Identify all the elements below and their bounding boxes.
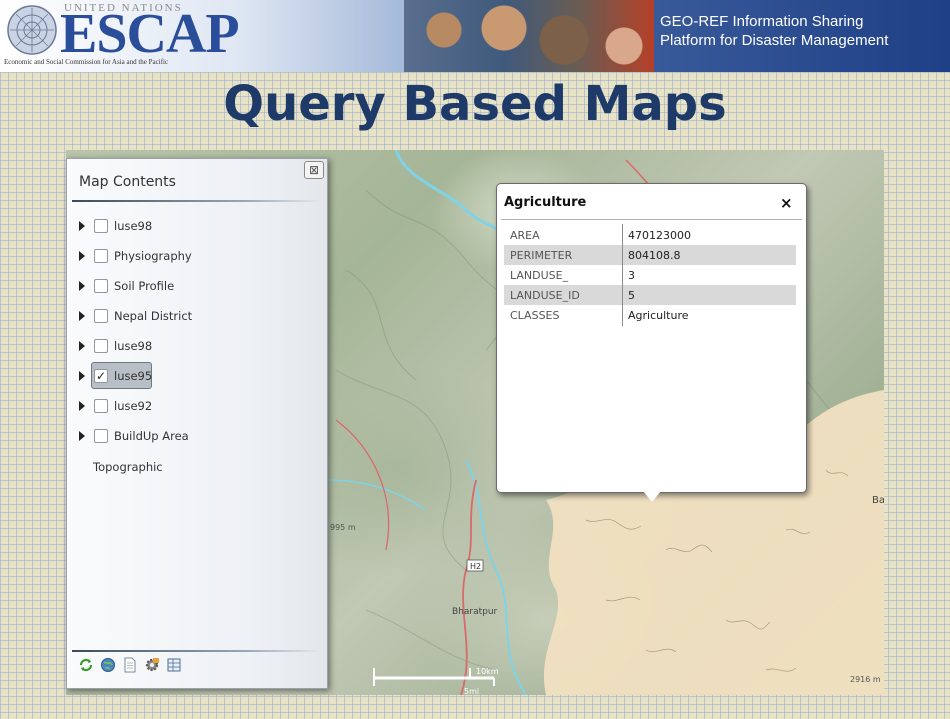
panel-close-button[interactable]: ⊠ bbox=[304, 161, 324, 179]
attribute-key: CLASSES bbox=[510, 309, 560, 322]
slide-title: Query Based Maps bbox=[223, 76, 727, 132]
layer-checkbox[interactable] bbox=[94, 219, 108, 233]
edge-label: Ba bbox=[872, 495, 884, 506]
elevation-label: 995 m bbox=[330, 523, 356, 532]
globe-icon[interactable] bbox=[100, 657, 116, 673]
expand-arrow-icon[interactable] bbox=[79, 431, 85, 441]
layer-item-buildup-area[interactable]: BuildUp Area bbox=[79, 426, 189, 446]
layer-checkbox[interactable] bbox=[94, 429, 108, 443]
escap-wordmark: ESCAP bbox=[60, 3, 240, 65]
banner: UNITED NATIONS ESCAP Economic and Social… bbox=[0, 0, 950, 72]
table-icon[interactable] bbox=[166, 657, 182, 673]
attribute-value: Agriculture bbox=[628, 309, 689, 322]
attribute-row: LANDUSE_ID 5 bbox=[504, 285, 796, 305]
attribute-row: PERIMETER 804108.8 bbox=[504, 245, 796, 265]
layer-label: luse98 bbox=[114, 219, 153, 233]
popup-close-button[interactable]: × bbox=[780, 194, 793, 212]
road bbox=[460, 479, 477, 695]
layer-item-luse98[interactable]: luse98 bbox=[79, 216, 152, 236]
elevation-label-right: 2916 m bbox=[850, 675, 881, 684]
layer-item-nepal-district[interactable]: Nepal District bbox=[79, 306, 192, 326]
expand-arrow-icon[interactable] bbox=[79, 371, 85, 381]
panel-footer-divider bbox=[72, 650, 322, 652]
escap-subtitle: Economic and Social Commission for Asia … bbox=[4, 58, 169, 66]
layer-checkbox[interactable] bbox=[94, 279, 108, 293]
attribute-value: 3 bbox=[628, 269, 635, 282]
expand-arrow-icon[interactable] bbox=[79, 401, 85, 411]
layer-item-luse95[interactable]: ✓ luse95 bbox=[79, 366, 152, 386]
map-contents-panel bbox=[66, 158, 328, 689]
popup-divider bbox=[501, 219, 802, 220]
attribute-key: LANDUSE_ bbox=[510, 269, 569, 282]
attribute-key: PERIMETER bbox=[510, 249, 573, 262]
attribute-row: AREA 470123000 bbox=[504, 225, 796, 245]
attribute-column-separator bbox=[622, 224, 623, 326]
attribute-row: CLASSES Agriculture bbox=[504, 305, 796, 325]
attribute-value: 470123000 bbox=[628, 229, 691, 242]
expand-arrow-icon[interactable] bbox=[79, 341, 85, 351]
attribute-value: 5 bbox=[628, 289, 635, 302]
layer-checkbox[interactable] bbox=[94, 249, 108, 263]
basemap-label[interactable]: Topographic bbox=[93, 460, 163, 474]
layer-item-luse92[interactable]: luse92 bbox=[79, 396, 152, 416]
platform-title: GEO-REF Information Sharing Platform for… bbox=[660, 13, 889, 49]
popup-pointer bbox=[643, 491, 661, 502]
layer-checkbox-checked[interactable]: ✓ bbox=[94, 369, 108, 383]
layer-label: Physiography bbox=[114, 249, 192, 263]
expand-arrow-icon[interactable] bbox=[79, 221, 85, 231]
layer-label: Nepal District bbox=[114, 309, 193, 323]
layer-label: BuildUp Area bbox=[114, 429, 189, 443]
expand-arrow-icon[interactable] bbox=[79, 251, 85, 261]
panel-title: Map Contents bbox=[79, 174, 176, 190]
expand-arrow-icon[interactable] bbox=[79, 311, 85, 321]
layer-label: luse92 bbox=[114, 399, 153, 413]
attribute-key: AREA bbox=[510, 229, 540, 242]
layer-checkbox[interactable] bbox=[94, 309, 108, 323]
attribute-value: 804108.8 bbox=[628, 249, 681, 262]
road-label: H2 bbox=[470, 562, 481, 571]
layer-checkbox[interactable] bbox=[94, 339, 108, 353]
un-emblem-icon bbox=[7, 5, 57, 55]
layer-item-luse98-b[interactable]: luse98 bbox=[79, 336, 152, 356]
layer-label: luse95 bbox=[114, 369, 153, 383]
expand-arrow-icon[interactable] bbox=[79, 281, 85, 291]
settings-icon[interactable] bbox=[144, 657, 160, 673]
layer-item-soil-profile[interactable]: Soil Profile bbox=[79, 276, 174, 296]
layer-label: Soil Profile bbox=[114, 279, 175, 293]
layer-item-physiography[interactable]: Physiography bbox=[79, 246, 192, 266]
scale-km-label: 10km bbox=[476, 667, 499, 676]
scale-mi-label: 5mi bbox=[464, 687, 479, 696]
attribute-key: LANDUSE_ID bbox=[510, 289, 580, 302]
place-label: Bharatpur bbox=[452, 607, 498, 617]
popup-title: Agriculture bbox=[504, 195, 587, 210]
refresh-icon[interactable] bbox=[78, 657, 94, 673]
scale-bar: 10km 5mi bbox=[373, 667, 499, 696]
children-photo bbox=[404, 0, 654, 72]
document-icon[interactable] bbox=[122, 657, 138, 673]
layer-checkbox[interactable] bbox=[94, 399, 108, 413]
panel-divider bbox=[72, 200, 322, 202]
layer-label: luse98 bbox=[114, 339, 153, 353]
attribute-row: LANDUSE_ 3 bbox=[504, 265, 796, 285]
